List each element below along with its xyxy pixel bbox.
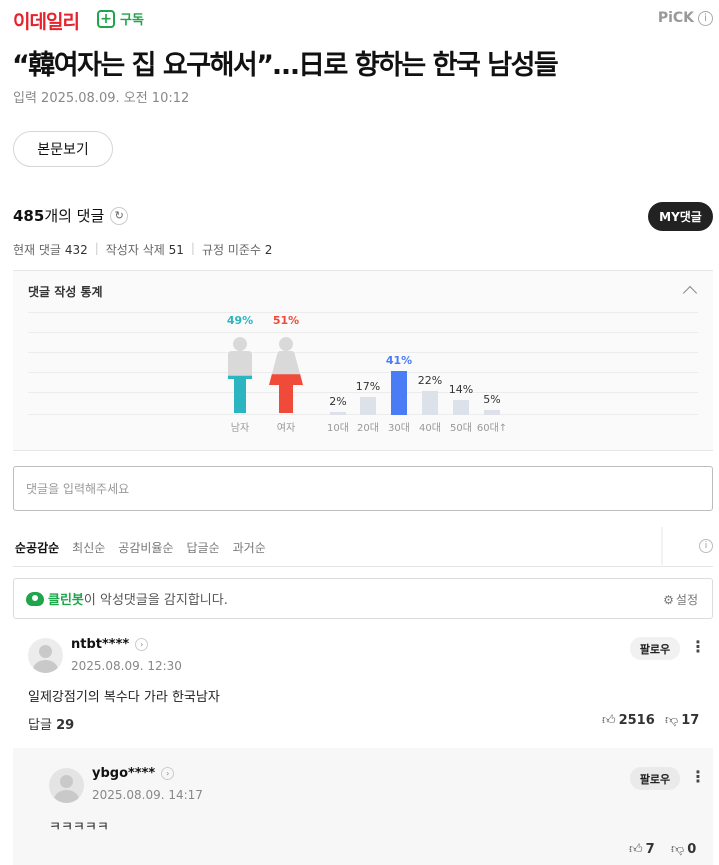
like-button[interactable]: 👍︎ 2516 [602,713,655,728]
cleanbot-message: 이 악성댓글을 감지합니다. [83,593,228,608]
divider [13,566,713,567]
age-percent: 5% [483,392,501,406]
sort-tabs: 순공감순 최신순 공감비율순 답글순 과거순 [15,539,266,556]
follow-button[interactable]: 팔로우 [630,767,680,790]
cleanbot-name: 클린봇 [48,593,84,608]
comment-stats-summary: 현재 댓글 432 | 작성자 삭제 51 | 규정 미준수 2 [13,241,272,258]
dislike-count: 17 [681,713,700,728]
violation-label: 규정 미준수 [201,243,261,257]
thumbs-down-icon: 👎︎ [665,713,679,728]
comment-count: 485개의 댓글 ↻ [13,205,129,226]
violation-value: 2 [264,243,273,257]
deleted-value: 51 [168,243,184,257]
my-comments-button[interactable]: MY댓글 [648,202,713,231]
comment-text: 일제강점기의 복수다 가라 한국남자 [28,690,220,705]
pick-label: PiCK [657,10,694,26]
age-bar [453,399,469,415]
reply-date: 2025.08.09. 14:17 [92,788,203,802]
age-bar [391,371,407,415]
subscribe-button[interactable]: + 구독 [97,9,144,28]
username-text: ybgo**** [92,766,156,781]
info-icon[interactable]: i [699,539,713,553]
thumbs-up-icon: 👍︎ [602,713,616,728]
age-bar [422,391,438,415]
like-count: 7 [645,842,655,857]
current-label: 현재 댓글 [13,243,61,257]
reply-username[interactable]: ybgo**** › [92,766,175,781]
comment-date: 2025.08.09. 12:30 [71,659,182,673]
sort-tab[interactable]: 최신순 [72,539,105,556]
age-bar [484,409,500,415]
age-percent: 2% [329,395,347,408]
dislike-button[interactable]: 👎︎ 17 [665,713,699,728]
comment-username[interactable]: ntbt**** › [71,637,149,652]
thumbs-up-icon: 👍︎ [629,842,643,857]
age-percent: 41% [385,354,413,367]
comment-statistics-panel: 댓글 작성 통계 49% 남자 51% 여자 2% 10대 17% 20대 41% 30대 22%… [13,270,713,451]
like-button[interactable]: 👍︎ 7 [629,842,655,857]
reply-text: ㅋㅋㅋㅋㅋ [49,820,109,835]
age-percent: 17% [355,379,381,393]
follow-button[interactable]: 팔로우 [630,637,680,660]
cleanbot-settings-button[interactable]: ⚙ 설정 [663,591,698,608]
comment-count-number: 485 [13,207,45,225]
dislike-button[interactable]: 👎︎ 0 [671,842,696,857]
divider: | [94,241,99,255]
subscribe-label: 구독 [120,13,144,28]
age-bar [360,396,376,415]
article-dateline: 입력 2025.08.09. 오전 10:12 [13,91,190,106]
more-options-icon[interactable]: ⋮ [690,639,706,655]
article-title: “韓여자는 집 요구해서”…日로 향하는 한국 남성들 [12,50,559,81]
age-chart: 2% 10대 17% 20대 41% 30대 22% 40대 14% 50대 5% 60대↑ [13,271,713,452]
avatar[interactable] [28,638,63,673]
settings-label: 설정 [675,593,698,607]
comment-input[interactable]: 댓글을 입력해주세요 [13,466,713,511]
pick-badge[interactable]: PiCK i [658,10,713,26]
chevron-right-icon: › [161,767,175,780]
current-value: 432 [64,243,88,257]
sort-tab[interactable]: 답글순 [187,539,220,556]
info-icon[interactable]: i [698,10,713,26]
more-options-icon[interactable]: ⋮ [690,769,706,785]
age-bar [330,412,346,415]
sort-tab[interactable]: 순공감순 [15,539,59,556]
reply-count-button[interactable]: 답글 29 [28,714,74,733]
avatar[interactable] [49,768,84,803]
username-text: ntbt**** [71,637,130,652]
divider: | [190,241,195,255]
view-article-button[interactable]: 본문보기 [13,131,113,167]
plus-icon: + [97,9,115,28]
sort-tab[interactable]: 과거순 [233,539,266,556]
sort-tab[interactable]: 공감비율순 [118,539,173,556]
comment-count-suffix: 개의 댓글 [44,207,105,225]
divider [661,527,663,565]
deleted-label: 작성자 삭제 [105,243,165,257]
like-count: 2516 [618,713,655,728]
cleanbot-banner: 클린봇 이 악성댓글을 감지합니다. ⚙ 설정 [13,578,713,619]
cleanbot-eye-icon [26,591,44,606]
refresh-icon[interactable]: ↻ [110,206,129,225]
chevron-right-icon: › [135,638,149,651]
dislike-count: 0 [687,842,697,857]
brand-logo[interactable]: 이데일리 [13,7,80,34]
reply-count: 29 [56,718,75,733]
reply-label: 답글 [28,718,52,733]
thumbs-down-icon: 👎︎ [671,842,685,857]
age-label: 60대↑ [476,423,508,434]
gear-icon: ⚙ [663,592,674,607]
